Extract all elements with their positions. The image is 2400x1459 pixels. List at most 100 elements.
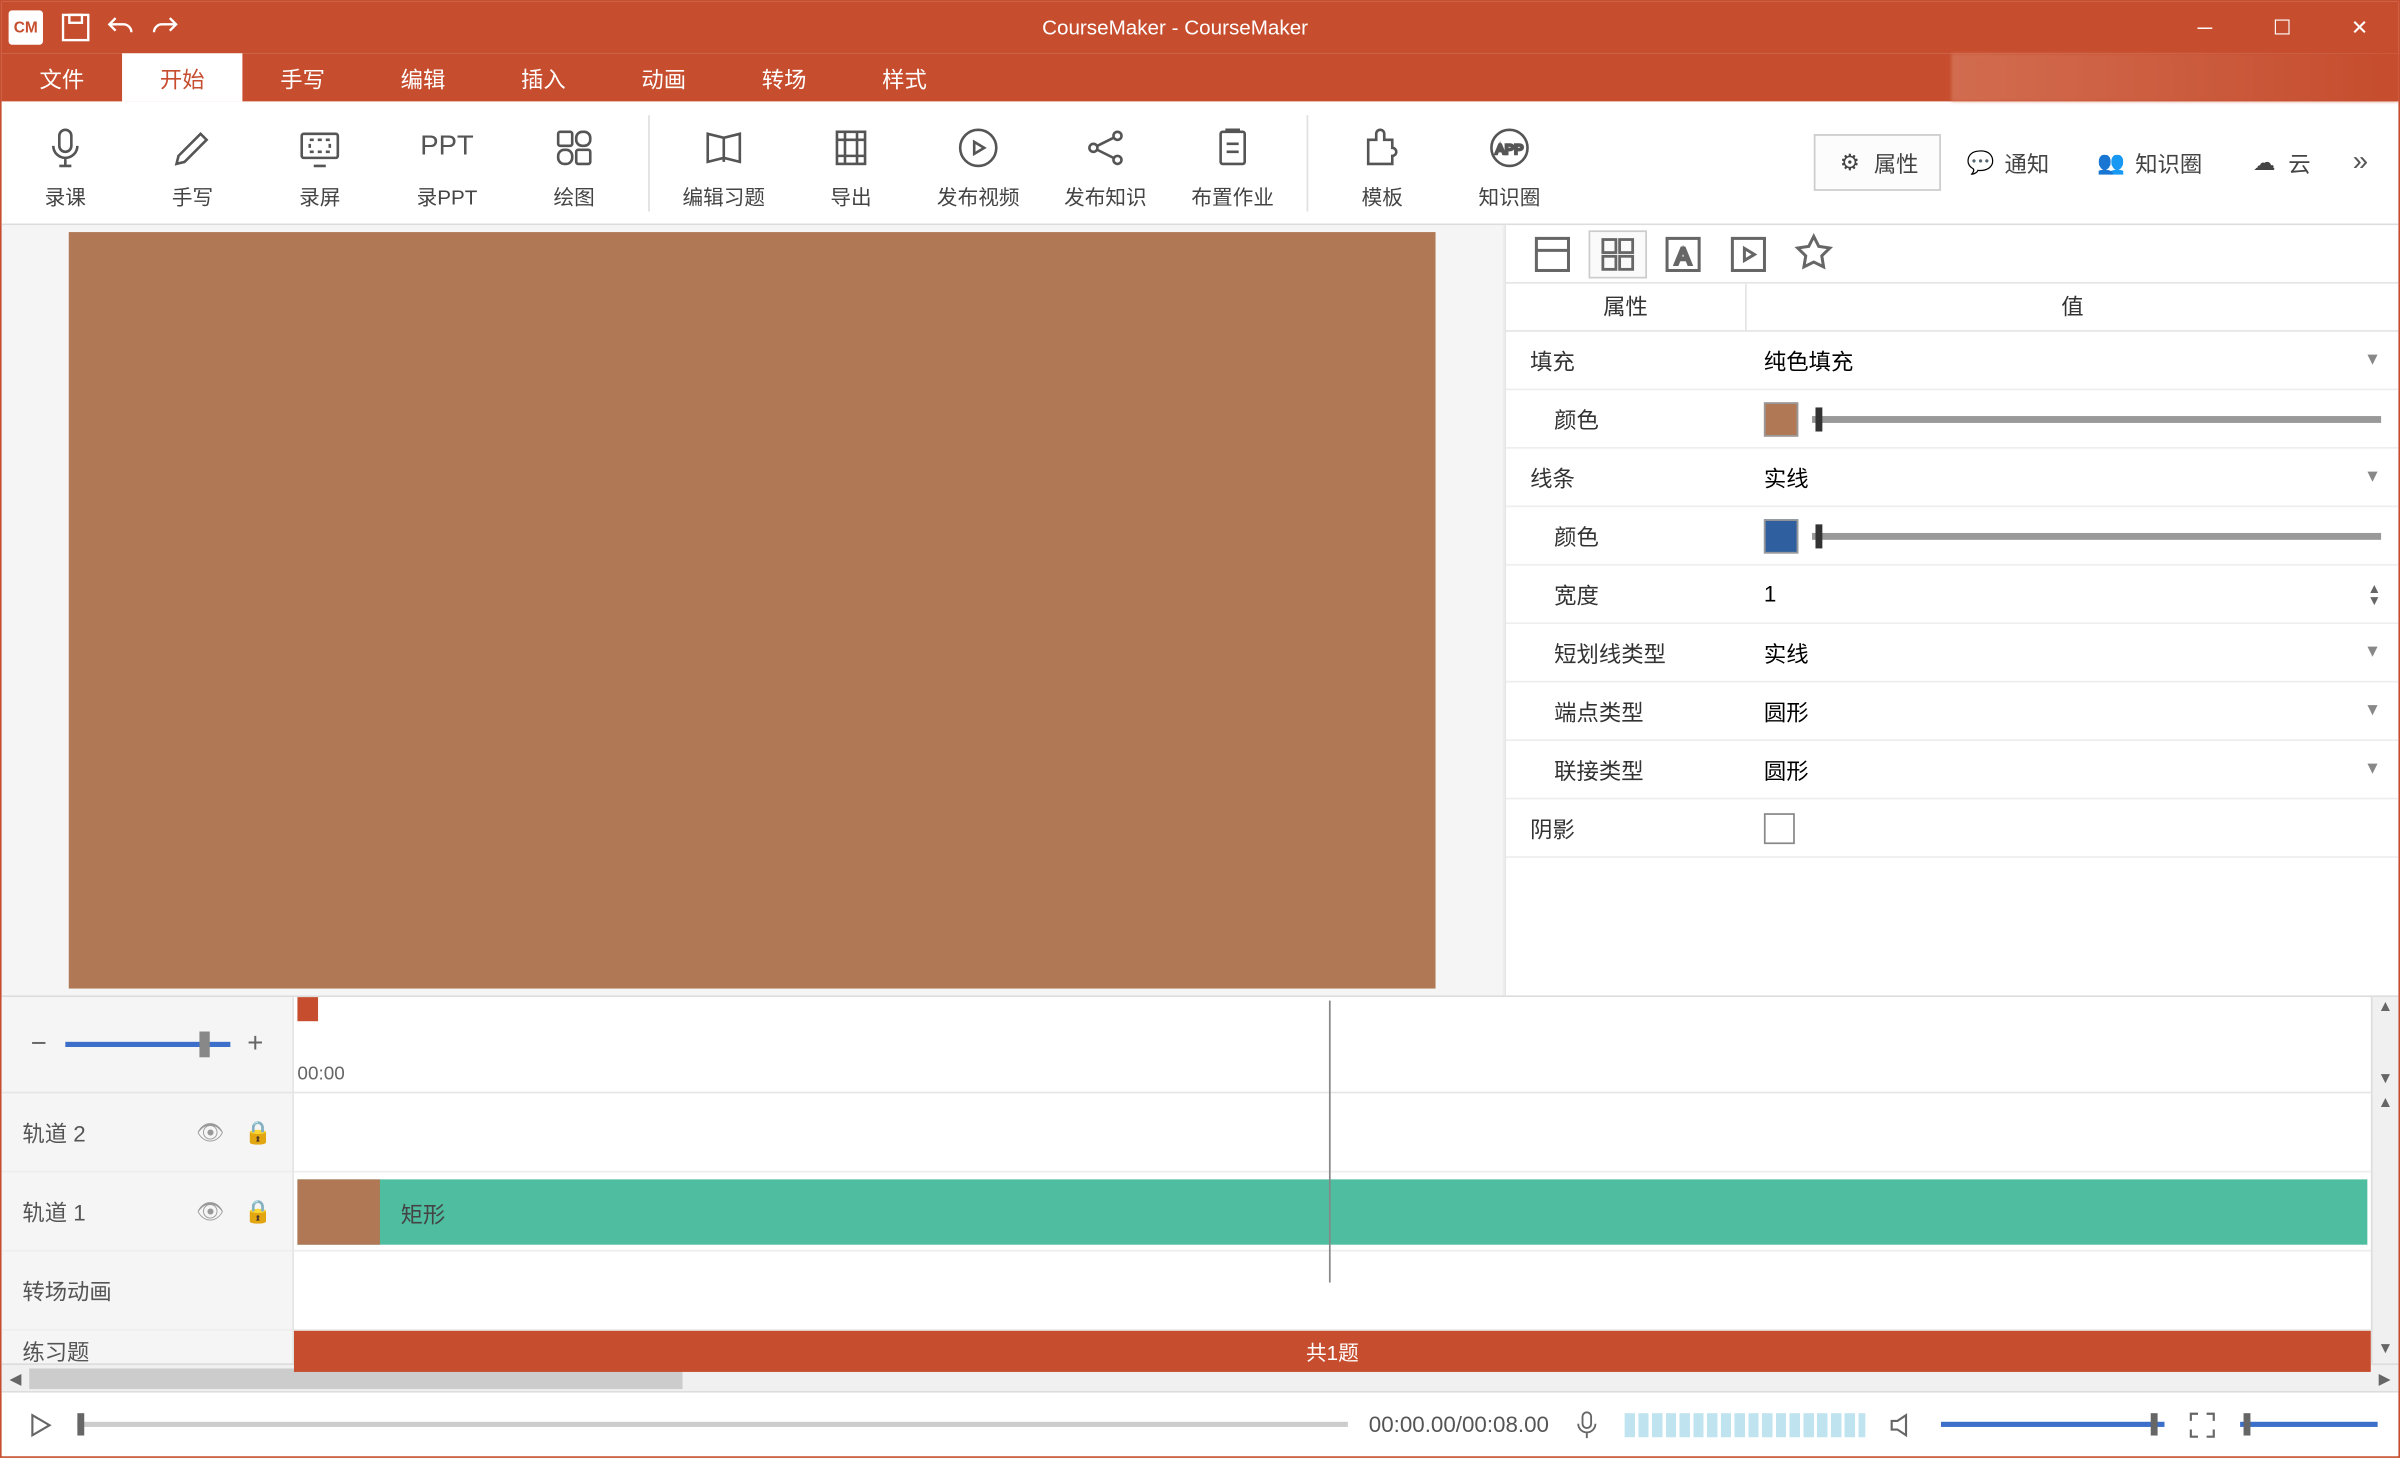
- menu-style[interactable]: 样式: [844, 53, 964, 101]
- lock-icon[interactable]: 🔒: [244, 1197, 272, 1225]
- row-width[interactable]: 宽度1▲▼: [1506, 566, 2398, 624]
- menu-handwrite[interactable]: 手写: [242, 53, 362, 101]
- microphone-icon: [41, 124, 89, 172]
- minimize-button[interactable]: ─: [2166, 2, 2243, 54]
- timeline-vscroll[interactable]: ▲▼: [2371, 997, 2399, 1093]
- ribbon-screenrec[interactable]: 录屏: [256, 113, 383, 211]
- lock-icon[interactable]: 🔒: [244, 1118, 272, 1146]
- track-transition-lane[interactable]: [294, 1252, 2371, 1331]
- width-spinner[interactable]: ▲▼: [2367, 582, 2381, 606]
- cloud-icon: ☁: [2250, 149, 2278, 177]
- film-icon: [827, 124, 875, 172]
- svg-text:A: A: [1675, 243, 1691, 270]
- panel-tab-media[interactable]: [1719, 230, 1777, 278]
- right-tab-notify[interactable]: 💬通知: [1944, 134, 2071, 191]
- ribbon-toolbar: 录课 手写 录屏 PPT录PPT 绘图 编辑习题 导出 发布视频 发布知识 布置…: [2, 101, 2399, 225]
- eye-icon[interactable]: 👁: [196, 1197, 224, 1225]
- track-2-lane[interactable]: [294, 1093, 2371, 1172]
- ribbon-circle[interactable]: APP知识圈: [1446, 113, 1573, 211]
- menu-bar: 文件 开始 手写 编辑 插入 动画 转场 样式: [2, 53, 2399, 101]
- view-zoom-slider[interactable]: [2240, 1422, 2378, 1427]
- track-1-lane[interactable]: 矩形: [294, 1172, 2371, 1251]
- eye-icon[interactable]: 👁: [196, 1118, 224, 1146]
- row-join[interactable]: 联接类型圆形▼: [1506, 741, 2398, 799]
- ribbon-publishvideo[interactable]: 发布视频: [915, 113, 1042, 211]
- menu-insert[interactable]: 插入: [483, 53, 603, 101]
- undo-icon[interactable]: [101, 9, 139, 47]
- line-opacity-slider[interactable]: [1812, 532, 2381, 539]
- line-swatch[interactable]: [1764, 518, 1798, 552]
- row-fill[interactable]: 填充纯色填充▼: [1506, 332, 2398, 390]
- right-tab-cloud[interactable]: ☁云: [2228, 134, 2333, 191]
- mic-icon[interactable]: [1570, 1407, 1604, 1441]
- share-icon: [1081, 124, 1129, 172]
- right-tab-circle[interactable]: 👥知识圈: [2075, 134, 2225, 191]
- track-2-header[interactable]: 轨道 2👁🔒: [2, 1093, 293, 1172]
- clip-label: 矩形: [401, 1196, 446, 1229]
- close-button[interactable]: ✕: [2321, 2, 2398, 54]
- timeline-ruler[interactable]: 00:00: [294, 997, 2371, 1093]
- ribbon-draw[interactable]: 绘图: [511, 113, 638, 211]
- exercise-lane[interactable]: 共1题: [294, 1331, 2371, 1372]
- row-linecolor[interactable]: 颜色: [1506, 507, 2398, 565]
- save-icon[interactable]: [57, 9, 95, 47]
- row-fillcolor[interactable]: 颜色: [1506, 390, 2398, 448]
- shapes-icon: [550, 124, 598, 172]
- track-transition-header[interactable]: 转场动画: [2, 1252, 293, 1331]
- seek-slider[interactable]: [77, 1422, 1348, 1427]
- speaker-icon[interactable]: [1886, 1407, 1920, 1441]
- volume-slider[interactable]: [1941, 1422, 2164, 1427]
- row-shadow[interactable]: 阴影: [1506, 799, 2398, 857]
- timeline-vscroll2[interactable]: ▲▼: [2371, 1093, 2399, 1363]
- ppt-icon: PPT: [423, 124, 471, 172]
- chevron-down-icon: ▼: [2364, 351, 2381, 370]
- account-area: [1951, 53, 2398, 101]
- row-cap[interactable]: 端点类型圆形▼: [1506, 683, 2398, 741]
- redo-icon[interactable]: [146, 9, 184, 47]
- panel-col-prop: 属性: [1506, 284, 1747, 330]
- window-title: CourseMaker - CourseMaker: [184, 15, 2166, 39]
- overflow-button[interactable]: »: [2336, 147, 2384, 178]
- menu-file[interactable]: 文件: [2, 53, 122, 101]
- canvas-shape[interactable]: [69, 232, 1436, 988]
- zoom-in-button[interactable]: +: [240, 1029, 271, 1060]
- opacity-slider[interactable]: [1812, 415, 2381, 422]
- ribbon-exercise[interactable]: 编辑习题: [660, 113, 787, 211]
- ribbon-recordppt[interactable]: PPT录PPT: [383, 113, 510, 211]
- scroll-right-icon[interactable]: ▶: [2371, 1365, 2399, 1391]
- ribbon-assignhw[interactable]: 布置作业: [1169, 113, 1296, 211]
- shadow-checkbox[interactable]: [1764, 812, 1795, 843]
- audio-meter: [1625, 1412, 1866, 1436]
- panel-tab-text[interactable]: A: [1654, 230, 1712, 278]
- zoom-out-button[interactable]: −: [23, 1029, 54, 1060]
- menu-start[interactable]: 开始: [122, 53, 242, 101]
- ruler-tick: 00:00: [297, 1064, 344, 1085]
- playhead[interactable]: [297, 997, 318, 1021]
- panel-tab-layout[interactable]: [1523, 230, 1581, 278]
- track-1-header[interactable]: 轨道 1👁🔒: [2, 1172, 293, 1251]
- fill-swatch[interactable]: [1764, 401, 1798, 435]
- panel-tab-star[interactable]: [1785, 230, 1843, 278]
- panel-tab-grid[interactable]: [1589, 230, 1647, 278]
- row-dash[interactable]: 短划线类型实线▼: [1506, 624, 2398, 682]
- ribbon-handwrite[interactable]: 手写: [129, 113, 256, 211]
- menu-animation[interactable]: 动画: [604, 53, 724, 101]
- monitor-icon: [296, 124, 344, 172]
- ribbon-record[interactable]: 录课: [2, 113, 129, 211]
- panel-col-val: 值: [1747, 284, 2399, 330]
- play-button[interactable]: [22, 1407, 56, 1441]
- timeline-clip[interactable]: 矩形: [297, 1179, 2367, 1244]
- pencil-icon: [168, 124, 216, 172]
- ribbon-publishknowledge[interactable]: 发布知识: [1042, 113, 1169, 211]
- menu-edit[interactable]: 编辑: [363, 53, 483, 101]
- scroll-left-icon[interactable]: ◀: [2, 1365, 30, 1391]
- zoom-slider[interactable]: [64, 1042, 229, 1047]
- row-line[interactable]: 线条实线▼: [1506, 449, 2398, 507]
- ribbon-template[interactable]: 模板: [1319, 113, 1446, 211]
- fullscreen-icon[interactable]: [2185, 1407, 2219, 1441]
- maximize-button[interactable]: ☐: [2244, 2, 2321, 54]
- book-icon: [700, 124, 748, 172]
- right-tab-attrs[interactable]: ⚙属性: [1814, 134, 1941, 191]
- menu-transition[interactable]: 转场: [724, 53, 844, 101]
- ribbon-export[interactable]: 导出: [787, 113, 914, 211]
